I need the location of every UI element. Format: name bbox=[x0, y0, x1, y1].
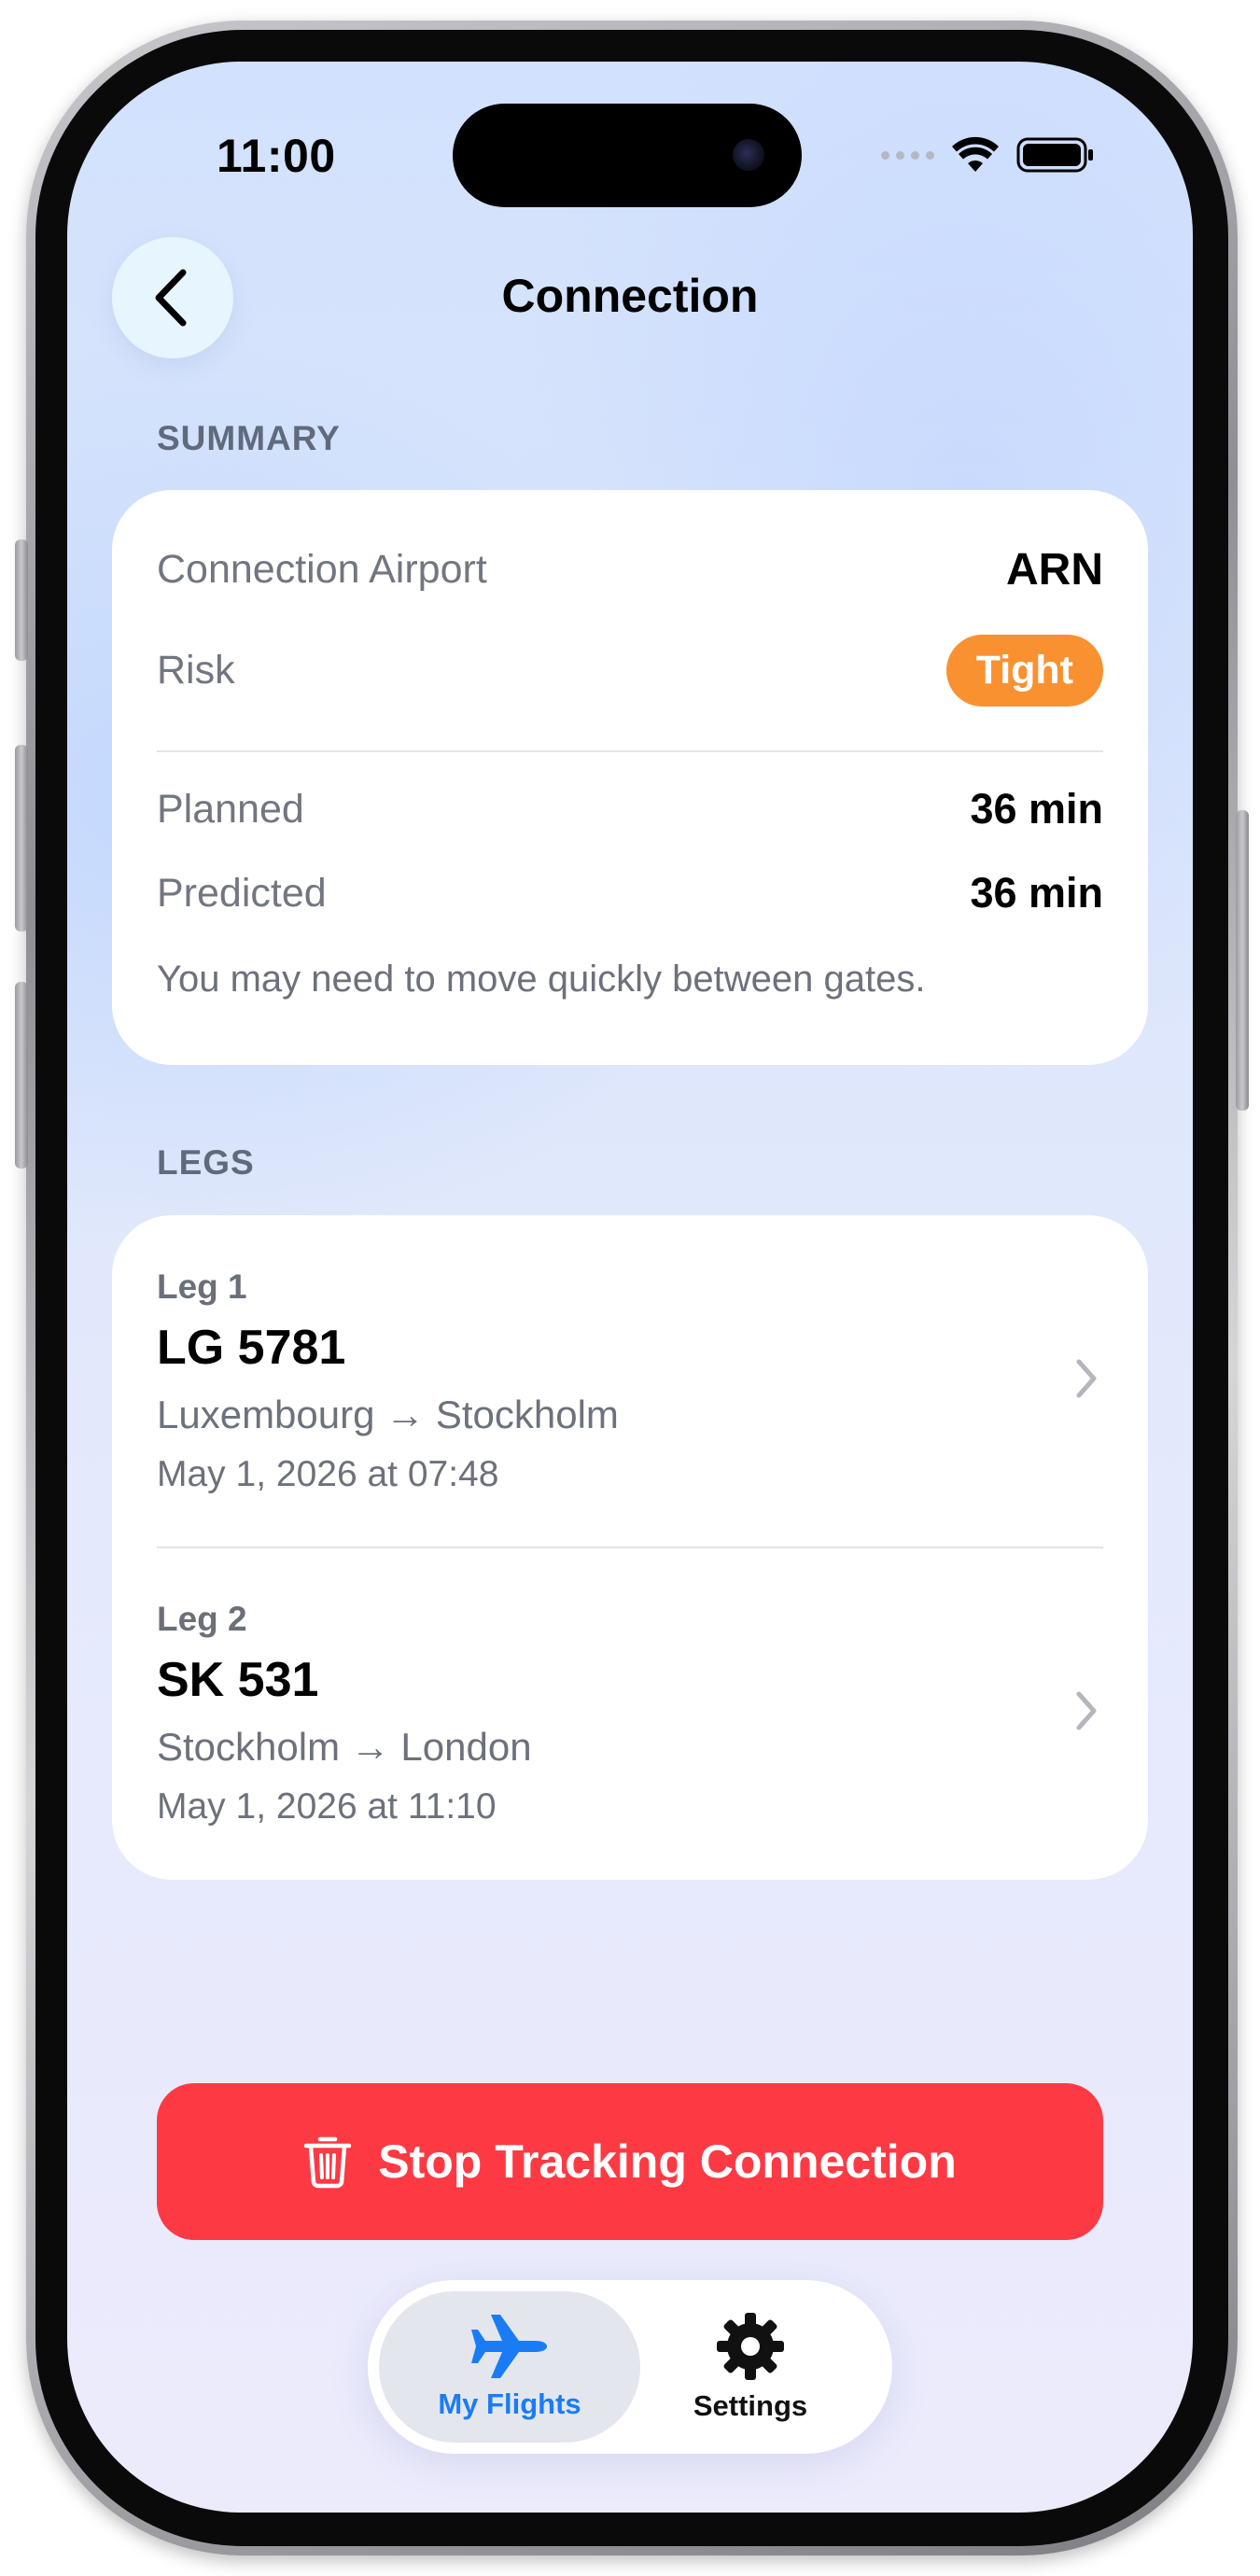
predicted-value: 36 min bbox=[970, 869, 1103, 917]
planned-label: Planned bbox=[157, 786, 304, 832]
leg-departure-time: May 1, 2026 at 11:10 bbox=[157, 1786, 497, 1827]
leg-label: Leg 2 bbox=[157, 1600, 247, 1638]
tab-label: My Flights bbox=[438, 2387, 581, 2420]
legs-section-label: LEGS bbox=[157, 1143, 255, 1182]
predicted-row: Predicted 36 min bbox=[157, 869, 1103, 917]
leg-route: Stockholm → London bbox=[157, 1725, 532, 1769]
airplane-icon bbox=[471, 2315, 547, 2378]
chevron-right-icon bbox=[1076, 1691, 1097, 1730]
connection-airport-row: Connection Airport ARN bbox=[157, 544, 1103, 595]
cellular-signal-icon bbox=[881, 150, 934, 160]
risk-badge: Tight bbox=[945, 635, 1103, 707]
status-time: 11:00 bbox=[217, 130, 336, 182]
chevron-right-icon bbox=[1076, 1359, 1097, 1398]
planned-value: 36 min bbox=[970, 785, 1103, 833]
volume-down-button bbox=[15, 982, 28, 1169]
leg-route: Luxembourg → Stockholm bbox=[157, 1393, 619, 1436]
page-title: Connection bbox=[501, 270, 759, 322]
dynamic-island bbox=[453, 104, 802, 207]
summary-divider bbox=[157, 750, 1103, 752]
leg-departure-time: May 1, 2026 at 07:48 bbox=[157, 1454, 499, 1494]
silent-switch bbox=[15, 539, 28, 661]
leg-flight-number: SK 531 bbox=[157, 1653, 319, 1707]
battery-icon bbox=[1016, 137, 1093, 173]
power-button bbox=[1236, 810, 1249, 1111]
tab-label: Settings bbox=[693, 2389, 808, 2422]
legs-card: Leg 1 LG 5781 Luxembourg → Stockholm May… bbox=[112, 1215, 1148, 1880]
risk-row: Risk Tight bbox=[157, 635, 1103, 707]
summary-card: Connection Airport ARN Risk Tight Planne… bbox=[112, 490, 1148, 1065]
tab-bar: My Flights Settings bbox=[368, 2280, 892, 2454]
volume-up-button bbox=[15, 745, 28, 931]
gear-icon bbox=[717, 2313, 784, 2380]
predicted-label: Predicted bbox=[157, 870, 327, 916]
leg-row[interactable]: Leg 1 LG 5781 Luxembourg → Stockholm May… bbox=[112, 1215, 1148, 1547]
leg-flight-number: LG 5781 bbox=[157, 1321, 346, 1375]
tab-my-flights[interactable]: My Flights bbox=[379, 2291, 640, 2443]
planned-row: Planned 36 min bbox=[157, 785, 1103, 833]
summary-note: You may need to move quickly between gat… bbox=[157, 959, 926, 1000]
connection-airport-value: ARN bbox=[1006, 545, 1103, 595]
leg-row[interactable]: Leg 2 SK 531 Stockholm → London May 1, 2… bbox=[112, 1547, 1148, 1880]
stop-tracking-button[interactable]: Stop Tracking Connection bbox=[157, 2083, 1103, 2240]
screen: 11:00 Connection SUMMARY Connection Airp… bbox=[67, 62, 1193, 2513]
tab-settings[interactable]: Settings bbox=[620, 2291, 881, 2443]
risk-label: Risk bbox=[157, 648, 235, 693]
status-icons bbox=[881, 136, 1095, 174]
front-camera-icon bbox=[733, 139, 764, 171]
summary-section-label: SUMMARY bbox=[157, 419, 341, 457]
connection-airport-label: Connection Airport bbox=[157, 547, 487, 592]
trash-icon bbox=[304, 2136, 352, 2189]
wifi-icon bbox=[952, 136, 999, 172]
stop-tracking-label: Stop Tracking Connection bbox=[378, 2135, 957, 2188]
leg-label: Leg 1 bbox=[157, 1267, 247, 1306]
